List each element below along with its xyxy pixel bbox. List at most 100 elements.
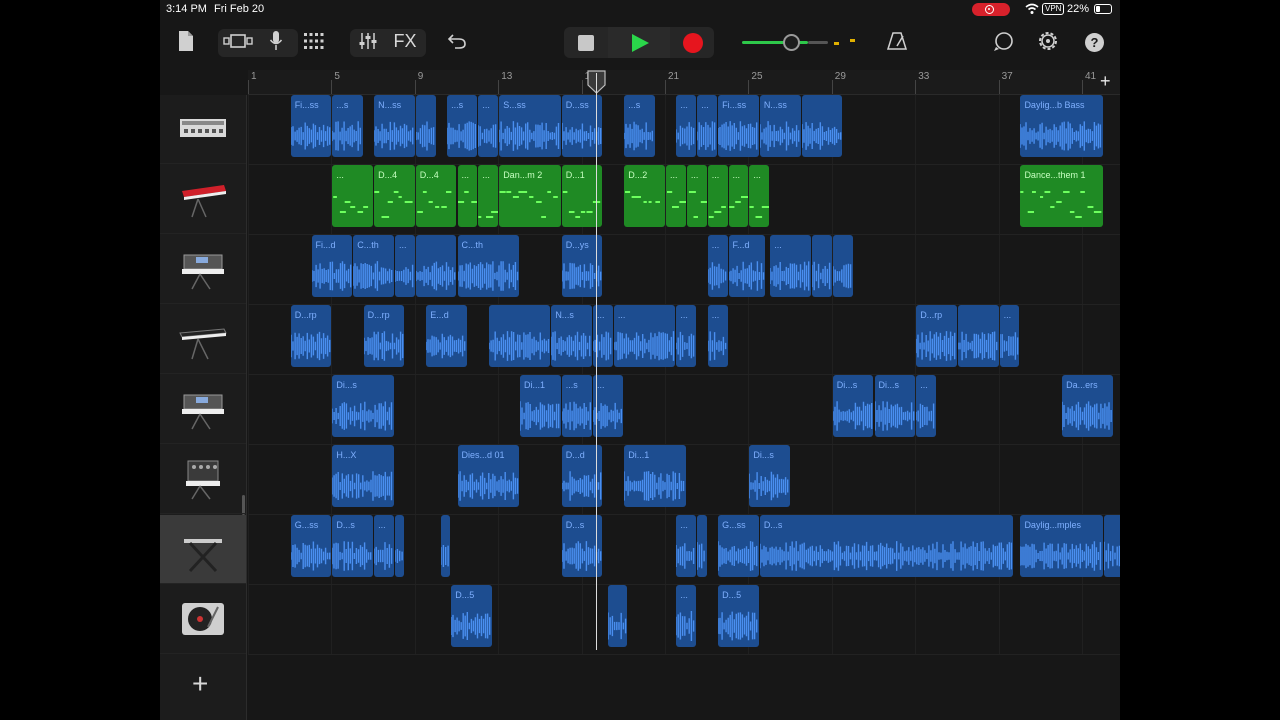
audio-region[interactable]: Di...1 xyxy=(520,375,561,437)
audio-region[interactable]: D...s xyxy=(759,515,1014,577)
audio-region[interactable] xyxy=(607,585,628,647)
audio-region[interactable]: C...th xyxy=(457,235,520,297)
midi-region[interactable]: ... xyxy=(457,165,478,227)
audio-region[interactable]: Fi...d xyxy=(311,235,353,297)
audio-region[interactable]: Daylig...mples xyxy=(1020,515,1103,577)
audio-region[interactable]: ...s xyxy=(332,95,363,157)
audio-region[interactable] xyxy=(801,95,843,157)
audio-region[interactable]: Dies...d 01 xyxy=(457,445,520,507)
audio-region[interactable]: Di...1 xyxy=(624,445,686,507)
mic-button[interactable] xyxy=(264,22,288,60)
audio-region[interactable]: Di...s xyxy=(874,375,916,437)
track-header-6[interactable] xyxy=(160,445,246,514)
track-header-1[interactable] xyxy=(160,95,246,164)
audio-region[interactable]: ... xyxy=(593,375,624,437)
help-button[interactable]: ? xyxy=(1085,33,1104,52)
audio-region[interactable]: E...d xyxy=(426,305,467,367)
undo-button[interactable] xyxy=(444,22,470,60)
audio-region[interactable]: N...ss xyxy=(374,95,415,157)
add-track-button[interactable]: + xyxy=(192,670,208,698)
audio-region[interactable]: ...s xyxy=(447,95,478,157)
metronome-button[interactable] xyxy=(884,22,910,60)
midi-region[interactable]: ... xyxy=(332,165,374,227)
track-lane-4[interactable]: D...rp D...rp E...d N...s............ D...rp… xyxy=(248,305,1120,375)
track-lane-3[interactable]: Fi...d C...th... C...th D...ys... F...d... xyxy=(248,235,1120,305)
audio-region[interactable]: C...th xyxy=(353,235,394,297)
record-button[interactable] xyxy=(683,33,703,53)
midi-region[interactable]: ... xyxy=(686,165,707,227)
midi-region[interactable]: ... xyxy=(478,165,499,227)
audio-region[interactable]: ... xyxy=(676,585,697,647)
audio-region[interactable]: ... xyxy=(999,305,1020,367)
track-header-3[interactable] xyxy=(160,235,246,304)
audio-region[interactable]: Fi...ss xyxy=(290,95,332,157)
audio-region[interactable]: G...ss xyxy=(290,515,332,577)
track-header-2[interactable] xyxy=(160,165,246,234)
audio-region[interactable] xyxy=(957,305,999,367)
add-section-button[interactable]: + xyxy=(1100,72,1111,90)
midi-region[interactable]: ... xyxy=(707,165,728,227)
audio-region[interactable]: S...ss xyxy=(499,95,561,157)
midi-region[interactable]: Dance...them 1 xyxy=(1020,165,1103,227)
track-header-8[interactable] xyxy=(160,585,246,654)
audio-region[interactable]: ... xyxy=(676,305,697,367)
midi-region[interactable]: Dan...m 2 xyxy=(499,165,561,227)
track-lane-2[interactable]: ... D...4 D...4...... Dan...m 2 D...1 D...2..… xyxy=(248,165,1120,235)
audio-region[interactable] xyxy=(811,235,832,297)
audio-region[interactable]: ... xyxy=(613,305,676,367)
audio-region[interactable]: D...rp xyxy=(916,305,957,367)
stop-button[interactable] xyxy=(578,35,594,51)
midi-region[interactable]: D...4 xyxy=(415,165,457,227)
mixer-button[interactable] xyxy=(354,22,382,60)
midi-region[interactable]: ... xyxy=(728,165,749,227)
audio-region[interactable] xyxy=(1103,515,1120,577)
audio-region[interactable] xyxy=(415,95,436,157)
audio-region[interactable]: ...s xyxy=(561,375,593,437)
audio-region[interactable]: ... xyxy=(707,235,728,297)
audio-region[interactable]: Di...s xyxy=(749,445,791,507)
audio-region[interactable]: D...rp xyxy=(363,305,405,367)
audio-region[interactable]: Fi...ss xyxy=(718,95,759,157)
audio-region[interactable]: H...X xyxy=(332,445,394,507)
audio-region[interactable]: Da...ers xyxy=(1062,375,1114,437)
audio-region[interactable]: D...5 xyxy=(718,585,759,647)
audio-region[interactable]: ... xyxy=(676,515,697,577)
track-lane-5[interactable]: Di...s Di...1 ...s... Di...s Di...s... Da...e… xyxy=(248,375,1120,445)
audio-region[interactable] xyxy=(488,305,551,367)
audio-region[interactable]: D...rp xyxy=(290,305,332,367)
audio-region[interactable] xyxy=(832,235,853,297)
master-volume-knob[interactable] xyxy=(783,34,800,51)
track-lane-6[interactable]: H...X Dies...d 01 D...d Di...1 Di...s xyxy=(248,445,1120,515)
track-header-5[interactable] xyxy=(160,375,246,444)
tracks-area[interactable]: Fi...ss ...s N...ss ...s... S...ss D...ss ...s… xyxy=(248,95,1120,655)
audio-region[interactable] xyxy=(415,235,457,297)
audio-region[interactable]: ... xyxy=(697,95,718,157)
audio-region[interactable]: ... xyxy=(770,235,811,297)
bar-ruler[interactable]: 1591317212529333741 xyxy=(248,70,1120,95)
track-header-4[interactable] xyxy=(160,305,246,374)
audio-region[interactable]: D...s xyxy=(332,515,374,577)
audio-region[interactable] xyxy=(440,515,451,577)
audio-region[interactable] xyxy=(394,515,405,577)
audio-region[interactable]: ... xyxy=(916,375,937,437)
track-lane-7[interactable]: G...ss D...s... D...s... G...ss D...s Daylig.… xyxy=(248,515,1120,585)
audio-region[interactable]: G...ss xyxy=(718,515,759,577)
audio-region[interactable]: ...s xyxy=(624,95,655,157)
audio-region[interactable]: ... xyxy=(374,515,394,577)
midi-region[interactable]: ... xyxy=(666,165,686,227)
audio-region[interactable]: ... xyxy=(478,95,499,157)
midi-region[interactable]: D...4 xyxy=(374,165,415,227)
audio-region[interactable]: F...d xyxy=(728,235,766,297)
track-lane-1[interactable]: Fi...ss ...s N...ss ...s... S...ss D...ss ...s… xyxy=(248,95,1120,165)
settings-button[interactable] xyxy=(1034,22,1062,60)
fx-button[interactable]: FX xyxy=(390,22,420,60)
audio-region[interactable]: ... xyxy=(676,95,697,157)
audio-region[interactable]: N...s xyxy=(551,305,592,367)
audio-region[interactable]: Daylig...b Bass xyxy=(1020,95,1103,157)
audio-region[interactable]: Di...s xyxy=(832,375,874,437)
my-songs-button[interactable] xyxy=(174,22,198,60)
audio-region[interactable]: ... xyxy=(394,235,415,297)
browser-button[interactable] xyxy=(300,22,328,60)
track-header-7[interactable] xyxy=(160,515,246,584)
screen-recording-icon[interactable] xyxy=(972,3,1010,16)
